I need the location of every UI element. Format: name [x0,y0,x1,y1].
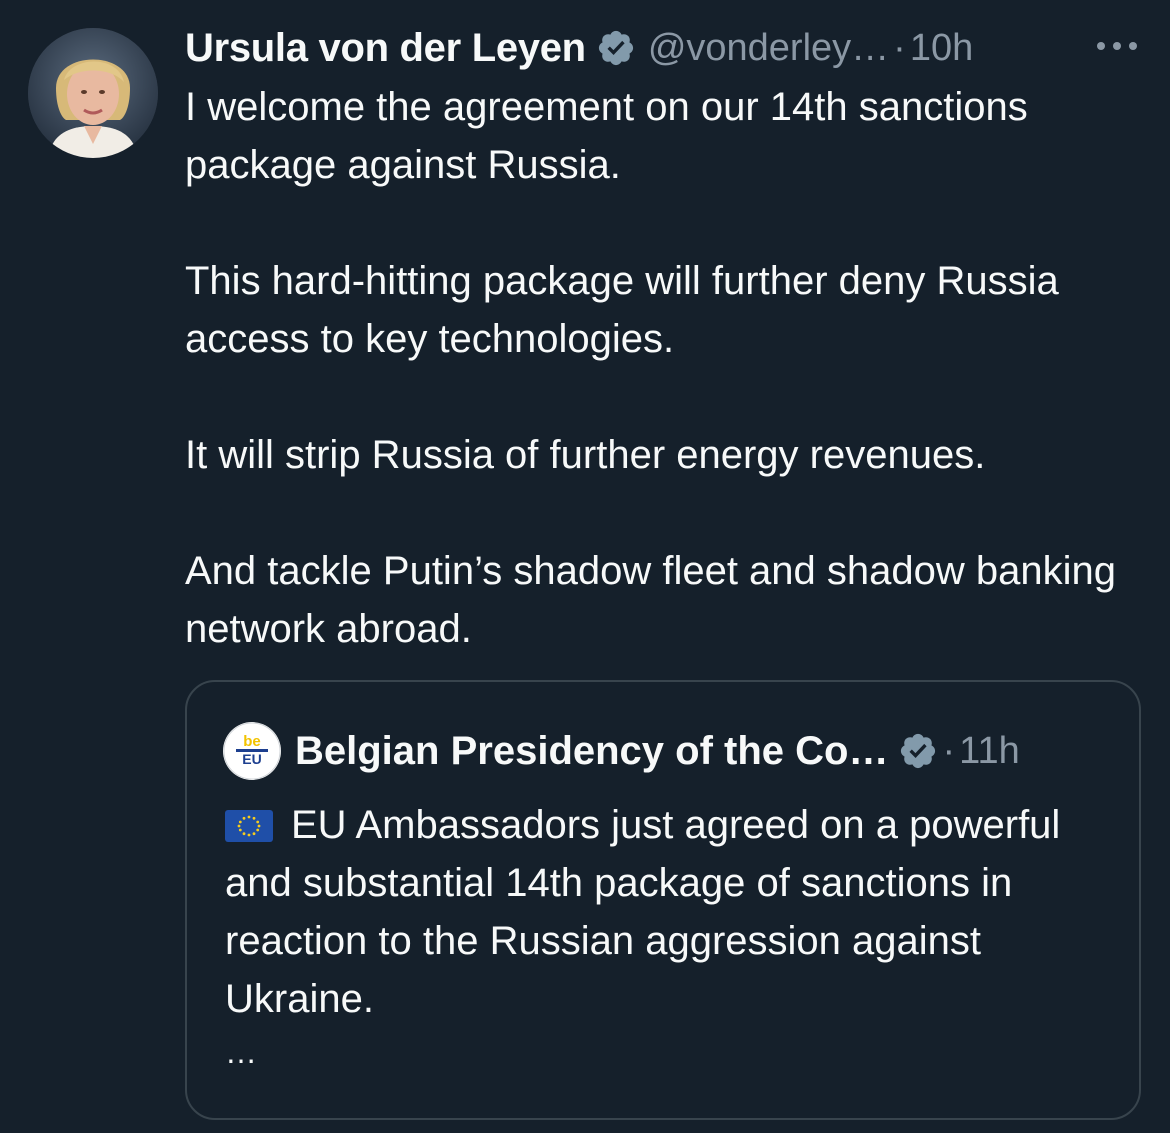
tweet-header: Ursula von der Leyen @vonderley… · 10h [185,22,1145,74]
tweet-paragraph: I welcome the agreement on our 14th sanc… [185,85,1028,187]
author-handle[interactable]: @vonderley… [648,27,889,70]
tweet-paragraph: And tackle Putin’s shadow fleet and shad… [185,549,1116,651]
quoted-tweet-timestamp[interactable]: 11h [959,730,1020,773]
avatar-be-text: be [243,733,261,750]
verified-badge-icon[interactable] [898,731,938,771]
more-options-icon[interactable] [1097,36,1137,56]
quoted-tweet-body: EU Ambassadors just agreed on a powerful… [225,803,1061,1021]
separator-dot: · [893,26,906,69]
quoted-tweet-header: be EU Belgian Presidency of the Co… · 11… [223,722,1020,780]
tweet-text: I welcome the agreement on our 14th sanc… [185,78,1145,658]
quoted-tweet[interactable]: be EU Belgian Presidency of the Co… · 11… [185,680,1141,1120]
verified-badge-icon[interactable] [596,28,636,68]
tweet-timestamp[interactable]: 10h [910,27,973,70]
eu-flag-icon [225,800,273,842]
show-more-ellipsis[interactable]: … [225,1032,1105,1072]
tweet-paragraph: This hard-hitting package will further d… [185,259,1059,361]
quoted-tweet-text: EU Ambassadors just agreed on a powerful… [225,796,1105,1072]
tweet-content: Ursula von der Leyen @vonderley… · 10h I… [185,22,1145,658]
quoted-author-avatar[interactable]: be EU [223,722,281,780]
author-avatar[interactable] [28,28,158,158]
tweet-paragraph: It will strip Russia of further energy r… [185,433,986,477]
separator-dot: · [942,729,956,772]
author-name[interactable]: Ursula von der Leyen [185,26,586,71]
tweet[interactable]: Ursula von der Leyen @vonderley… · 10h I… [0,0,1170,1133]
quoted-author-name[interactable]: Belgian Presidency of the Co… [295,729,888,774]
avatar-eu-text: EU [242,751,261,767]
